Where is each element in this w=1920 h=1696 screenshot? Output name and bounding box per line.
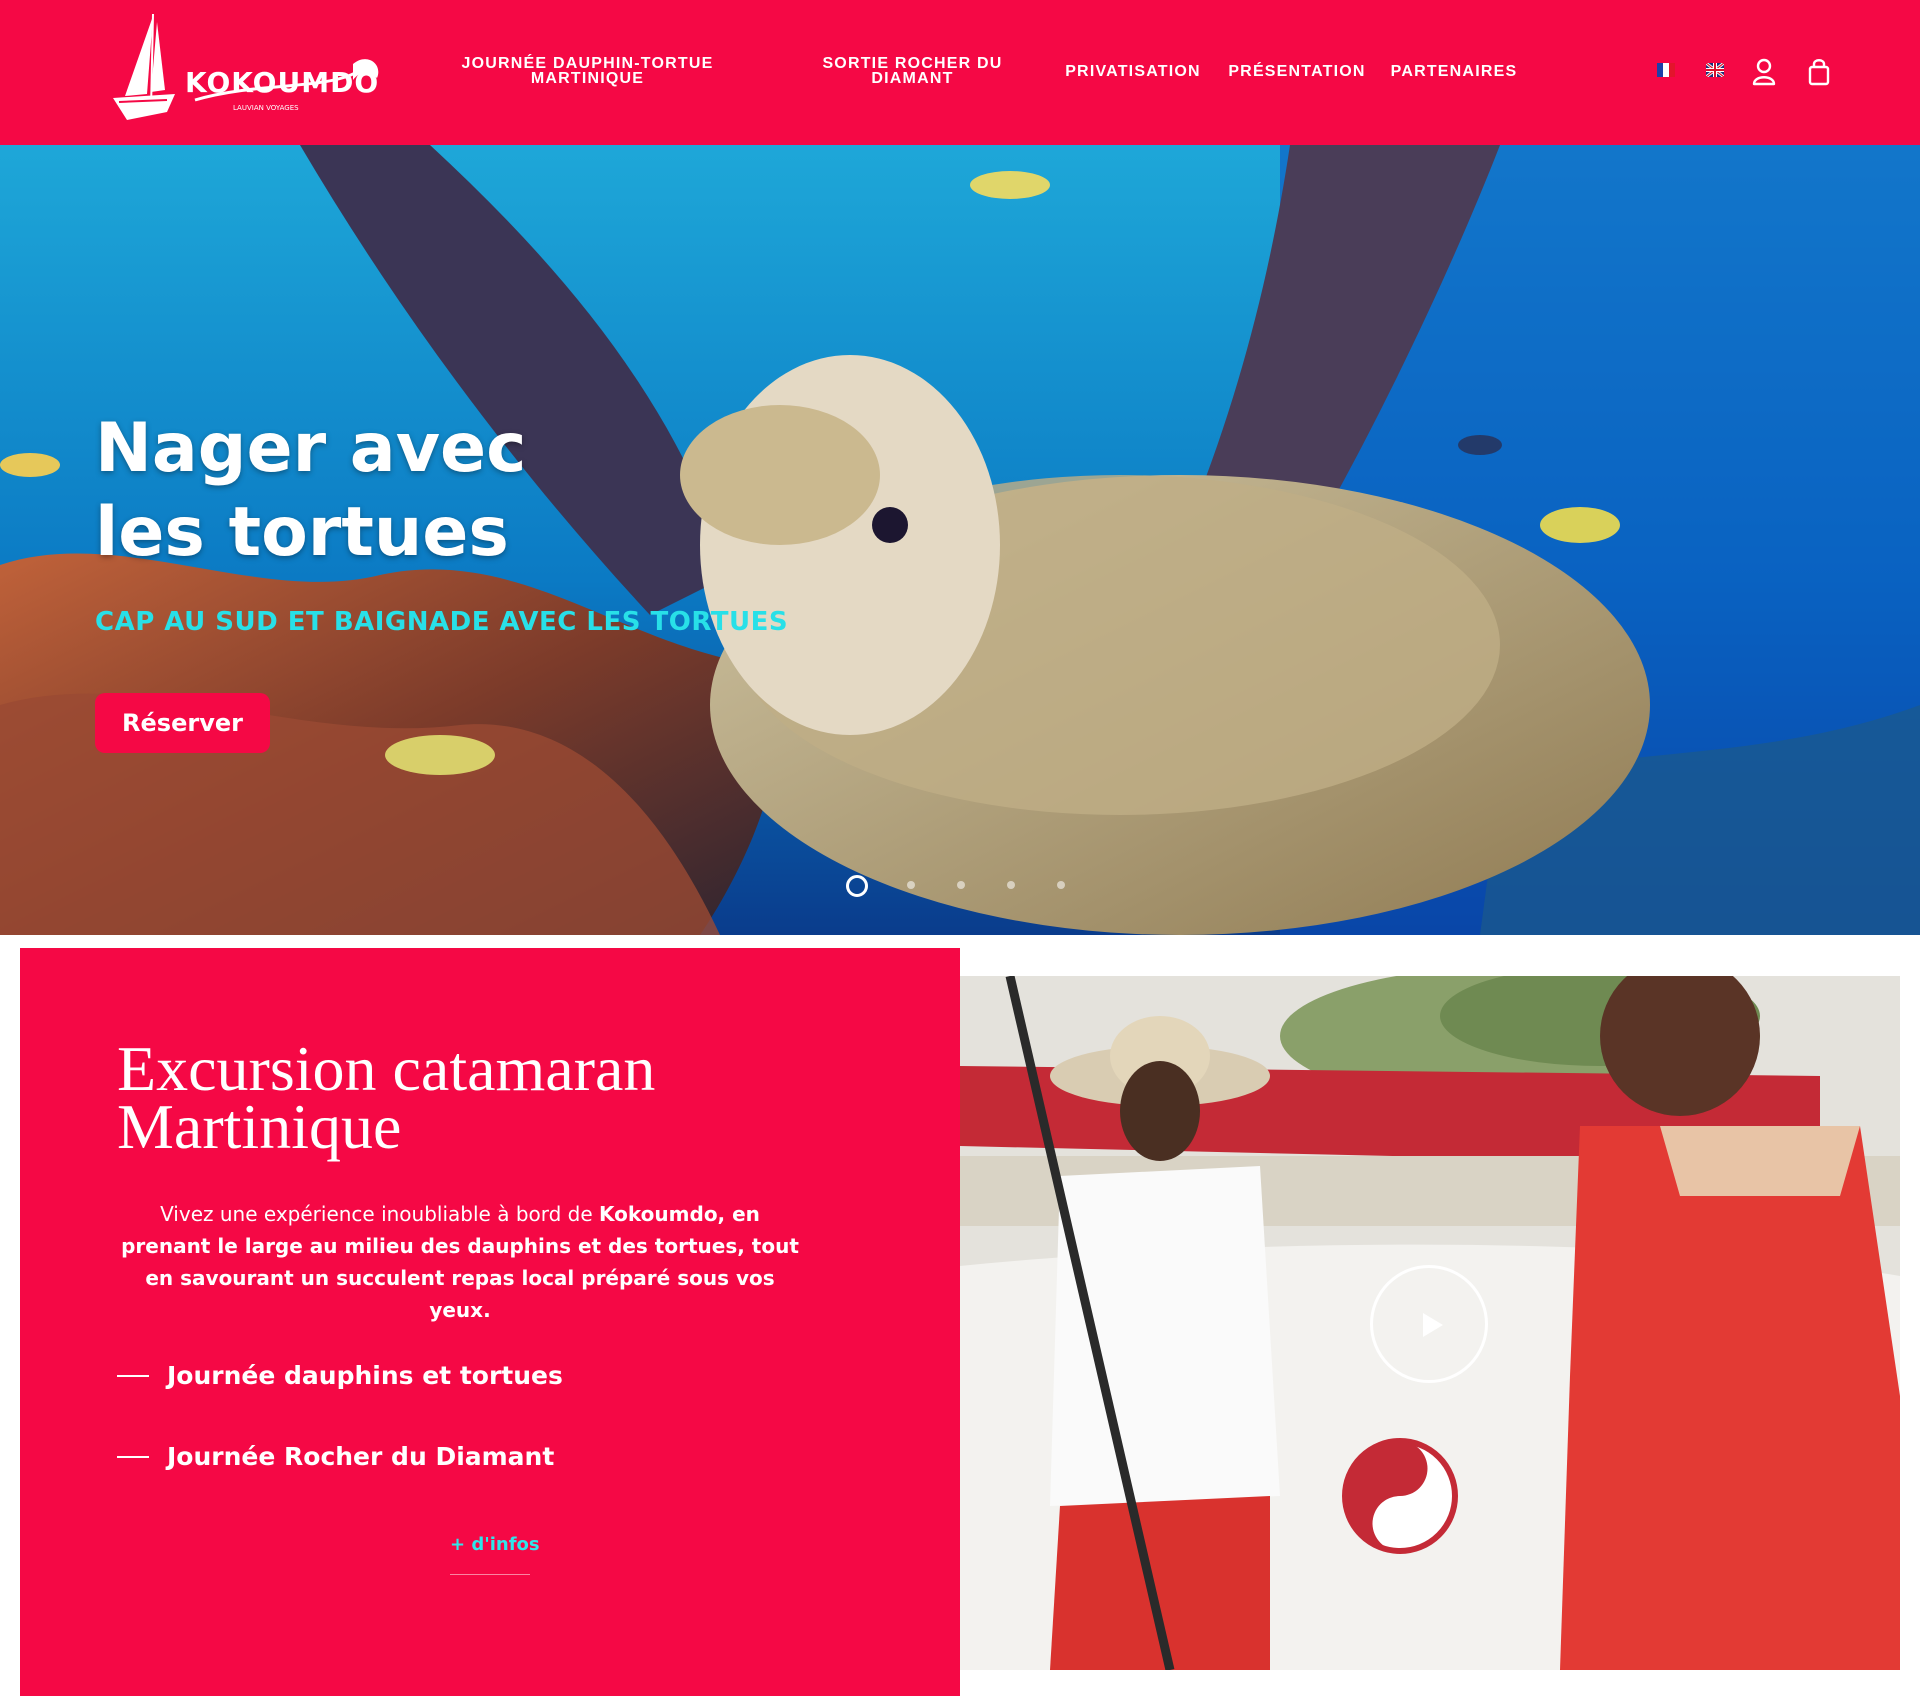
nav-journee-dauphin-tortue[interactable]: JOURNÉE DAUPHIN-TORTUE MARTINIQUE — [455, 55, 720, 87]
play-icon — [1423, 1313, 1443, 1337]
more-info-link[interactable]: + d'infos — [450, 1534, 540, 1555]
nav-label-line2: DIAMANT — [871, 70, 954, 87]
promo-title-line1: Excursion catamaran — [117, 1033, 656, 1104]
link-label: Journée Rocher du Diamant — [167, 1442, 555, 1471]
link-journee-rocher-diamant[interactable]: Journée Rocher du Diamant — [117, 1437, 637, 1477]
user-icon[interactable] — [1751, 58, 1777, 86]
slider-dot-1[interactable] — [846, 875, 868, 897]
excursion-promo: Excursion catamaran Martinique Vivez une… — [20, 948, 960, 1696]
promo-description: Vivez une expérience inoubliable à bord … — [120, 1198, 800, 1326]
hero-subtitle: CAP AU SUD ET BAIGNADE AVEC LES TORTUES — [95, 607, 789, 637]
dash-decoration — [117, 1456, 149, 1458]
nav-label-line2: MARTINIQUE — [530, 70, 645, 87]
hero-slider: Nager avec les tortues CAP AU SUD ET BAI… — [0, 145, 1920, 935]
reserver-button[interactable]: Réserver — [95, 693, 270, 753]
nav-label-line1: JOURNÉE DAUPHIN-TORTUE — [461, 55, 714, 72]
promo-text-prefix: Vivez une expérience inoubliable à bord … — [160, 1202, 600, 1226]
shopping-bag-icon[interactable] — [1806, 58, 1832, 86]
nav-label-line1: SORTIE ROCHER DU — [822, 55, 1003, 72]
link-label: Journée dauphins et tortues — [167, 1361, 563, 1390]
dash-decoration — [117, 1375, 149, 1377]
slider-dot-5[interactable] — [1057, 881, 1065, 889]
play-video-button[interactable] — [1370, 1265, 1488, 1383]
promo-title: Excursion catamaran Martinique — [117, 1033, 877, 1162]
slider-dot-3[interactable] — [957, 881, 965, 889]
nav-presentation[interactable]: PRÉSENTATION — [1223, 64, 1371, 80]
site-header: KOKOUMDO LAUVIAN VOYAGES JOURNÉE DAUPHIN… — [0, 0, 1920, 145]
nav-partenaires[interactable]: PARTENAIRES — [1386, 64, 1522, 80]
hero-title-line1: Nager avec — [95, 409, 527, 488]
hero-title: Nager avec les tortues — [95, 407, 615, 575]
nav-sortie-rocher-diamant[interactable]: SORTIE ROCHER DU DIAMANT — [805, 55, 1020, 87]
slider-dot-2[interactable] — [907, 881, 915, 889]
link-journee-dauphins-tortues[interactable]: Journée dauphins et tortues — [117, 1356, 637, 1396]
nav-privatisation[interactable]: PRIVATISATION — [1058, 64, 1208, 80]
flag-en-icon[interactable] — [1706, 63, 1724, 77]
hero-title-line2: les tortues — [95, 493, 509, 572]
flag-fr-icon[interactable] — [1657, 63, 1675, 77]
slider-pagination — [846, 875, 1066, 899]
more-info-underline — [450, 1574, 530, 1575]
main-nav: JOURNÉE DAUPHIN-TORTUE MARTINIQUE SORTIE… — [0, 0, 1920, 145]
promo-title-line2: Martinique — [117, 1091, 402, 1162]
slider-dot-4[interactable] — [1007, 881, 1015, 889]
